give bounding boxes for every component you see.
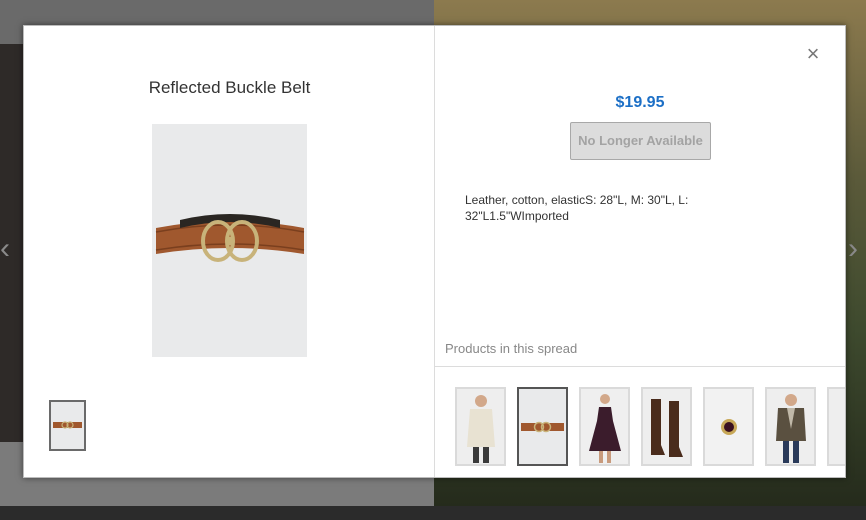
belt-image xyxy=(152,124,307,357)
no-longer-available-button[interactable]: No Longer Available xyxy=(570,122,711,160)
belt-thumbnail-icon xyxy=(51,402,84,449)
close-icon[interactable]: × xyxy=(803,43,823,65)
product-image-pane: Reflected Buckle Belt xyxy=(24,26,435,477)
spread-products-strip[interactable] xyxy=(435,366,845,477)
product-main-image xyxy=(152,124,307,357)
cardigan-icon xyxy=(457,389,504,464)
partial-item-icon xyxy=(829,389,845,464)
product-thumbnail-partial[interactable] xyxy=(827,387,845,466)
product-thumbnail-dress[interactable] xyxy=(579,387,630,466)
product-thumbnail-belt[interactable] xyxy=(517,387,568,466)
product-thumbnail-cardigan[interactable] xyxy=(455,387,506,466)
ring-icon xyxy=(705,389,752,464)
spread-products-label: Products in this spread xyxy=(445,341,578,356)
next-page-arrow-icon[interactable]: › xyxy=(848,232,866,266)
image-thumbnail[interactable] xyxy=(49,400,86,451)
boots-icon xyxy=(643,389,690,464)
product-thumbnail-ring[interactable] xyxy=(703,387,754,466)
product-description: Leather, cotton, elasticS: 28"L, M: 30"L… xyxy=(465,193,689,223)
blazer-icon xyxy=(767,389,814,464)
product-price: $19.95 xyxy=(615,94,665,111)
dress-icon xyxy=(581,389,628,464)
background-page-footer xyxy=(0,506,866,520)
product-title: Reflected Buckle Belt xyxy=(148,78,311,97)
product-details-pane: × $19.95 No Longer Available Leather, co… xyxy=(435,26,845,477)
product-quickview-modal: Reflected Buckle Belt × $19.95 No Longer… xyxy=(23,25,846,478)
product-thumbnail-boots[interactable] xyxy=(641,387,692,466)
product-thumbnail-blazer[interactable] xyxy=(765,387,816,466)
previous-page-arrow-icon[interactable]: ‹ xyxy=(0,232,20,266)
belt-icon xyxy=(519,389,566,464)
